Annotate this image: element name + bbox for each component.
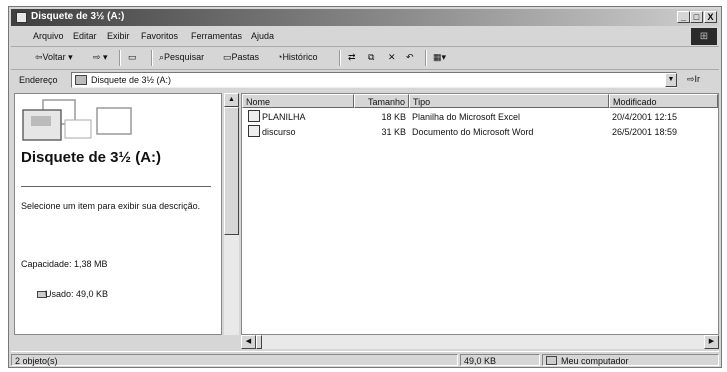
vertical-scrollbar[interactable]: ▲ xyxy=(224,93,239,335)
window-title: Disquete de 3½ (A:) xyxy=(31,11,125,22)
used-text: Usado: 49,0 KB xyxy=(45,289,109,299)
folders-icon: ▭ xyxy=(223,52,232,62)
drive-title: Disquete de 3½ (A:) xyxy=(21,149,162,166)
floppy-drive-icon xyxy=(16,12,27,23)
delete-icon[interactable]: ✕ xyxy=(388,52,396,63)
floppy-drive-banner-icon xyxy=(22,99,132,141)
object-count: 2 objeto(s) xyxy=(11,354,458,366)
go-button[interactable]: ⇨Ir xyxy=(687,74,700,85)
title-bar[interactable]: Disquete de 3½ (A:) _ □ X xyxy=(11,9,719,26)
menu-arquivo[interactable]: Arquivo xyxy=(33,31,64,41)
column-header-modified[interactable]: Modificado xyxy=(609,94,718,108)
address-bar: Endereço Disquete de 3½ (A:) ▼ ⇨Ir xyxy=(11,69,719,91)
maximize-button[interactable]: □ xyxy=(690,11,703,23)
toolbar-separator xyxy=(339,50,341,66)
up-folder-button[interactable]: ▭ xyxy=(128,52,137,63)
toolbar-separator xyxy=(151,50,153,66)
column-header-size[interactable]: Tamanho xyxy=(354,94,409,108)
menu-ajuda[interactable]: Ajuda xyxy=(251,31,274,41)
menu-bar: Arquivo Editar Exibir Favoritos Ferramen… xyxy=(11,28,719,45)
divider xyxy=(21,186,211,187)
folders-button[interactable]: ▭Pastas xyxy=(223,52,259,63)
toolbar-separator xyxy=(425,50,427,66)
file-size: 18 KB xyxy=(381,112,406,122)
scroll-left-button[interactable]: ◀ xyxy=(241,335,256,349)
file-name: discurso xyxy=(262,127,296,137)
excel-file-icon xyxy=(248,110,260,122)
scroll-thumb[interactable] xyxy=(224,107,239,235)
address-dropdown-button[interactable]: ▼ xyxy=(665,73,677,87)
file-list: Nome Tamanho Tipo Modificado PLANILHA 18… xyxy=(241,93,719,335)
forward-button[interactable]: ⇨ ▾ xyxy=(93,52,108,63)
select-message: Selecione um item para exibir sua descri… xyxy=(21,201,201,211)
word-file-icon xyxy=(248,125,260,137)
floppy-drive-icon xyxy=(75,75,87,85)
views-button[interactable]: ▦▾ xyxy=(433,52,446,63)
my-computer-icon xyxy=(546,356,557,365)
column-header-type[interactable]: Tipo xyxy=(409,94,609,108)
scroll-right-button[interactable]: ▶ xyxy=(704,335,719,349)
horizontal-scrollbar[interactable]: ◀ ▶ xyxy=(241,335,719,349)
menu-exibir[interactable]: Exibir xyxy=(107,31,130,41)
status-size: 49,0 KB xyxy=(460,354,540,366)
minimize-button[interactable]: _ xyxy=(677,11,690,23)
address-input[interactable]: Disquete de 3½ (A:) xyxy=(71,72,677,88)
back-arrow-icon: ⇦ xyxy=(35,52,43,62)
explorer-window: Disquete de 3½ (A:) _ □ X Arquivo Editar… xyxy=(8,6,722,368)
close-button[interactable]: X xyxy=(704,11,717,23)
scroll-thumb[interactable] xyxy=(256,335,262,349)
address-label: Endereço xyxy=(19,75,58,85)
move-to-icon[interactable]: ⇄ xyxy=(348,52,356,63)
undo-icon[interactable]: ↶ xyxy=(406,52,414,63)
search-button[interactable]: ⌕Pesquisar xyxy=(159,52,204,63)
file-name: PLANILHA xyxy=(262,112,306,122)
windows-logo-icon: ⊞ xyxy=(691,28,717,45)
toolbar: ⇦Voltar ▾ ⇨ ▾ ▭ ⌕Pesquisar ▭Pastas ◔Hist… xyxy=(11,46,719,70)
menu-ferramentas[interactable]: Ferramentas xyxy=(191,31,242,41)
file-type: Planilha do Microsoft Excel xyxy=(412,112,521,122)
info-pane: Disquete de 3½ (A:) Selecione um item pa… xyxy=(14,93,222,335)
address-value: Disquete de 3½ (A:) xyxy=(91,75,172,85)
file-modified: 26/5/2001 18:59 xyxy=(612,127,678,137)
copy-to-icon[interactable]: ⧉ xyxy=(368,52,374,63)
status-location: Meu computador xyxy=(542,354,719,366)
history-button[interactable]: ◔Histórico xyxy=(277,52,317,62)
back-button[interactable]: ⇦Voltar ▾ xyxy=(35,52,73,63)
column-header-name[interactable]: Nome xyxy=(242,94,354,108)
file-type: Documento do Microsoft Word xyxy=(412,127,534,137)
menu-favoritos[interactable]: Favoritos xyxy=(141,31,178,41)
file-modified: 20/4/2001 12:15 xyxy=(612,112,678,122)
menu-editar[interactable]: Editar xyxy=(73,31,97,41)
capacity-text: Capacidade: 1,38 MB xyxy=(21,259,108,269)
scroll-up-button[interactable]: ▲ xyxy=(224,93,239,107)
go-arrow-icon: ⇨ xyxy=(687,74,695,84)
toolbar-separator xyxy=(119,50,121,66)
file-size: 31 KB xyxy=(381,127,406,137)
status-bar: 2 objeto(s) 49,0 KB Meu computador xyxy=(11,351,719,368)
